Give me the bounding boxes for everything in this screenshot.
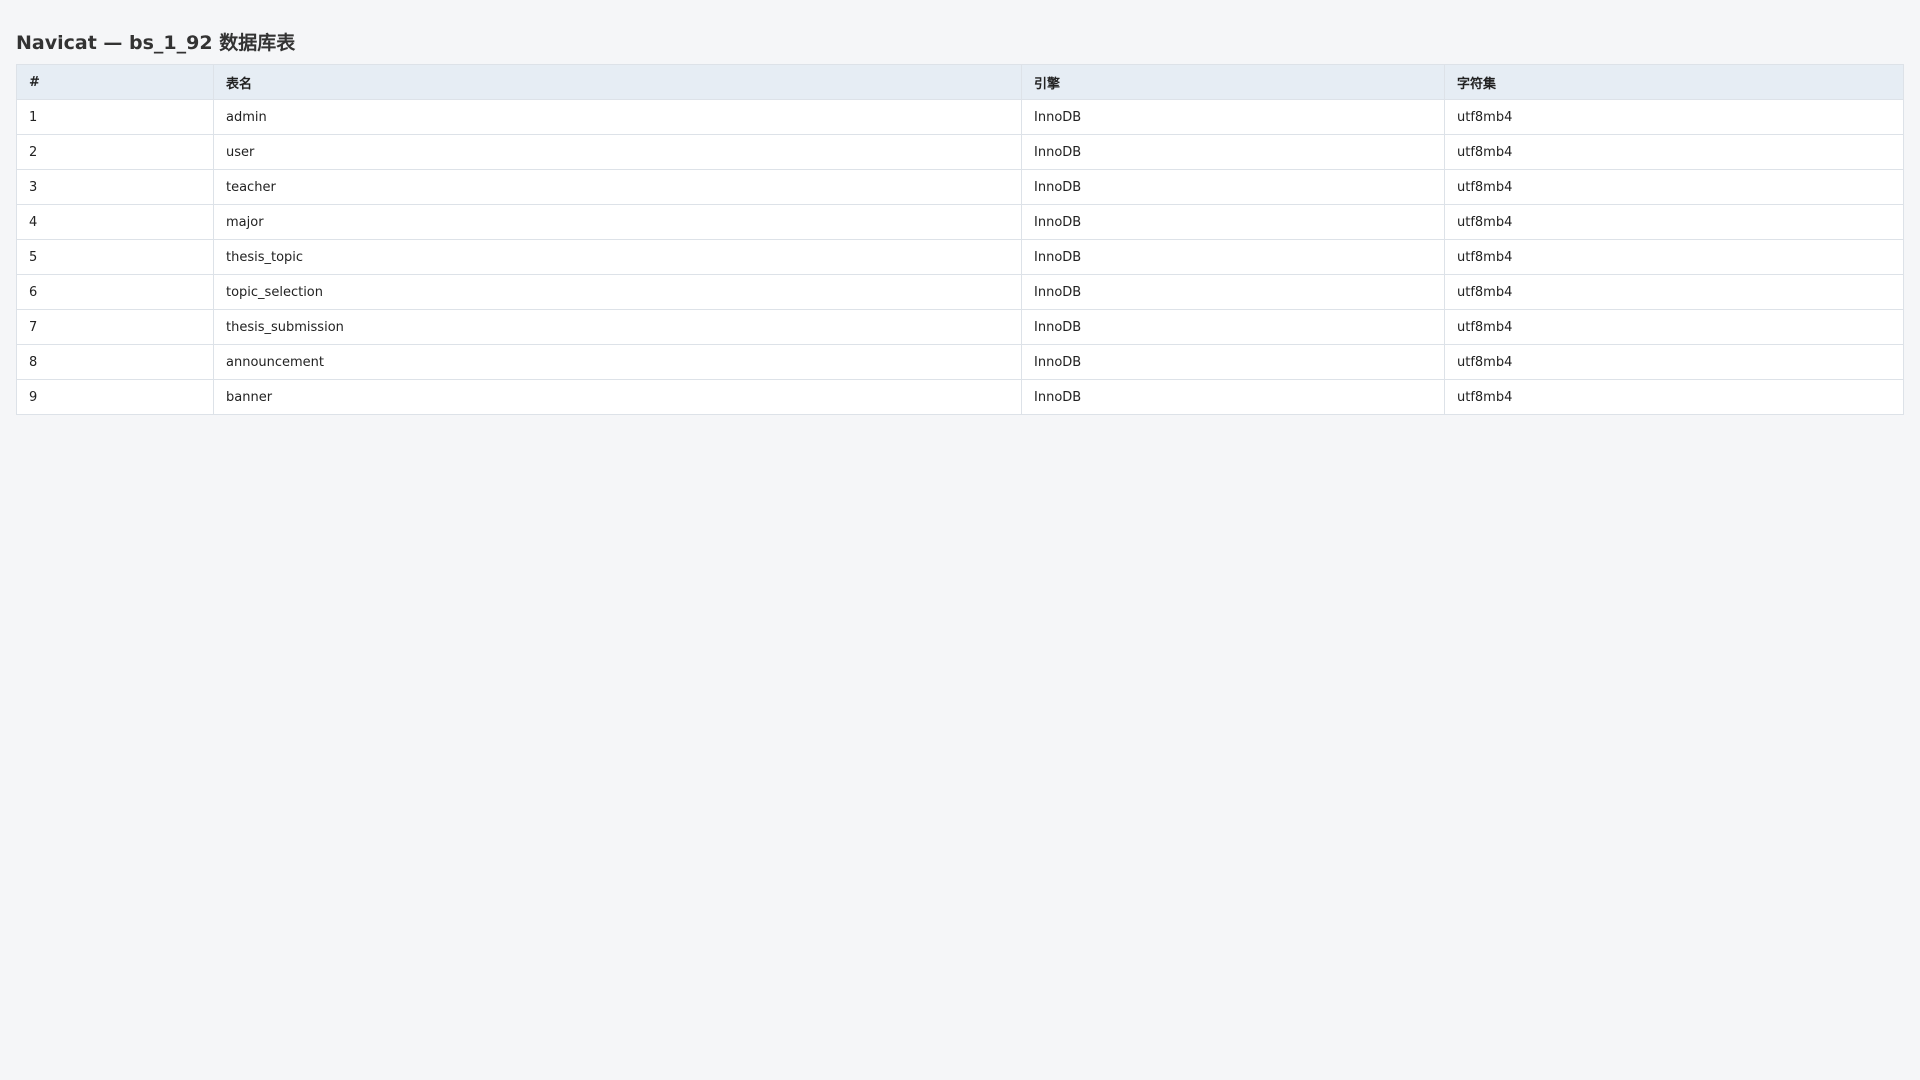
page: Navicat — bs_1_92 数据库表 # 表名 引擎 字符集 1 adm… [0,0,1920,1080]
cell-engine[interactable]: InnoDB [1021,344,1445,380]
table-row[interactable]: 9 banner InnoDB utf8mb4 [16,379,1904,415]
tables-table: # 表名 引擎 字符集 1 admin InnoDB utf8mb4 2 use… [16,64,1904,415]
cell-number[interactable]: 6 [16,274,214,310]
cell-charset[interactable]: utf8mb4 [1444,169,1904,205]
cell-table-name[interactable]: teacher [213,169,1022,205]
cell-table-name[interactable]: announcement [213,344,1022,380]
cell-engine[interactable]: InnoDB [1021,99,1445,135]
cell-engine[interactable]: InnoDB [1021,309,1445,345]
cell-number[interactable]: 8 [16,344,214,380]
table-header-row: # 表名 引擎 字符集 [16,64,1904,100]
table-row[interactable]: 2 user InnoDB utf8mb4 [16,134,1904,170]
page-title: Navicat — bs_1_92 数据库表 [16,32,296,54]
cell-charset[interactable]: utf8mb4 [1444,239,1904,275]
table-row[interactable]: 4 major InnoDB utf8mb4 [16,204,1904,240]
cell-engine[interactable]: InnoDB [1021,274,1445,310]
cell-charset[interactable]: utf8mb4 [1444,204,1904,240]
column-header-number[interactable]: # [16,64,214,100]
cell-number[interactable]: 5 [16,239,214,275]
cell-charset[interactable]: utf8mb4 [1444,379,1904,415]
cell-charset[interactable]: utf8mb4 [1444,309,1904,345]
cell-engine[interactable]: InnoDB [1021,204,1445,240]
cell-number[interactable]: 4 [16,204,214,240]
table-row[interactable]: 3 teacher InnoDB utf8mb4 [16,169,1904,205]
column-header-engine[interactable]: 引擎 [1021,64,1445,100]
cell-engine[interactable]: InnoDB [1021,379,1445,415]
cell-charset[interactable]: utf8mb4 [1444,99,1904,135]
table-row[interactable]: 1 admin InnoDB utf8mb4 [16,99,1904,135]
cell-table-name[interactable]: user [213,134,1022,170]
cell-charset[interactable]: utf8mb4 [1444,274,1904,310]
cell-number[interactable]: 1 [16,99,214,135]
cell-number[interactable]: 2 [16,134,214,170]
column-header-charset[interactable]: 字符集 [1444,64,1904,100]
cell-table-name[interactable]: thesis_topic [213,239,1022,275]
cell-number[interactable]: 3 [16,169,214,205]
cell-engine[interactable]: InnoDB [1021,134,1445,170]
cell-number[interactable]: 7 [16,309,214,345]
cell-charset[interactable]: utf8mb4 [1444,344,1904,380]
cell-engine[interactable]: InnoDB [1021,239,1445,275]
table-row[interactable]: 5 thesis_topic InnoDB utf8mb4 [16,239,1904,275]
cell-number[interactable]: 9 [16,379,214,415]
cell-table-name[interactable]: thesis_submission [213,309,1022,345]
cell-table-name[interactable]: admin [213,99,1022,135]
table-row[interactable]: 6 topic_selection InnoDB utf8mb4 [16,274,1904,310]
cell-table-name[interactable]: major [213,204,1022,240]
cell-engine[interactable]: InnoDB [1021,169,1445,205]
cell-table-name[interactable]: topic_selection [213,274,1022,310]
table-row[interactable]: 8 announcement InnoDB utf8mb4 [16,344,1904,380]
table-row[interactable]: 7 thesis_submission InnoDB utf8mb4 [16,309,1904,345]
column-header-table-name[interactable]: 表名 [213,64,1022,100]
cell-table-name[interactable]: banner [213,379,1022,415]
cell-charset[interactable]: utf8mb4 [1444,134,1904,170]
tables-grid: # 表名 引擎 字符集 1 admin InnoDB utf8mb4 2 use… [16,64,1904,415]
